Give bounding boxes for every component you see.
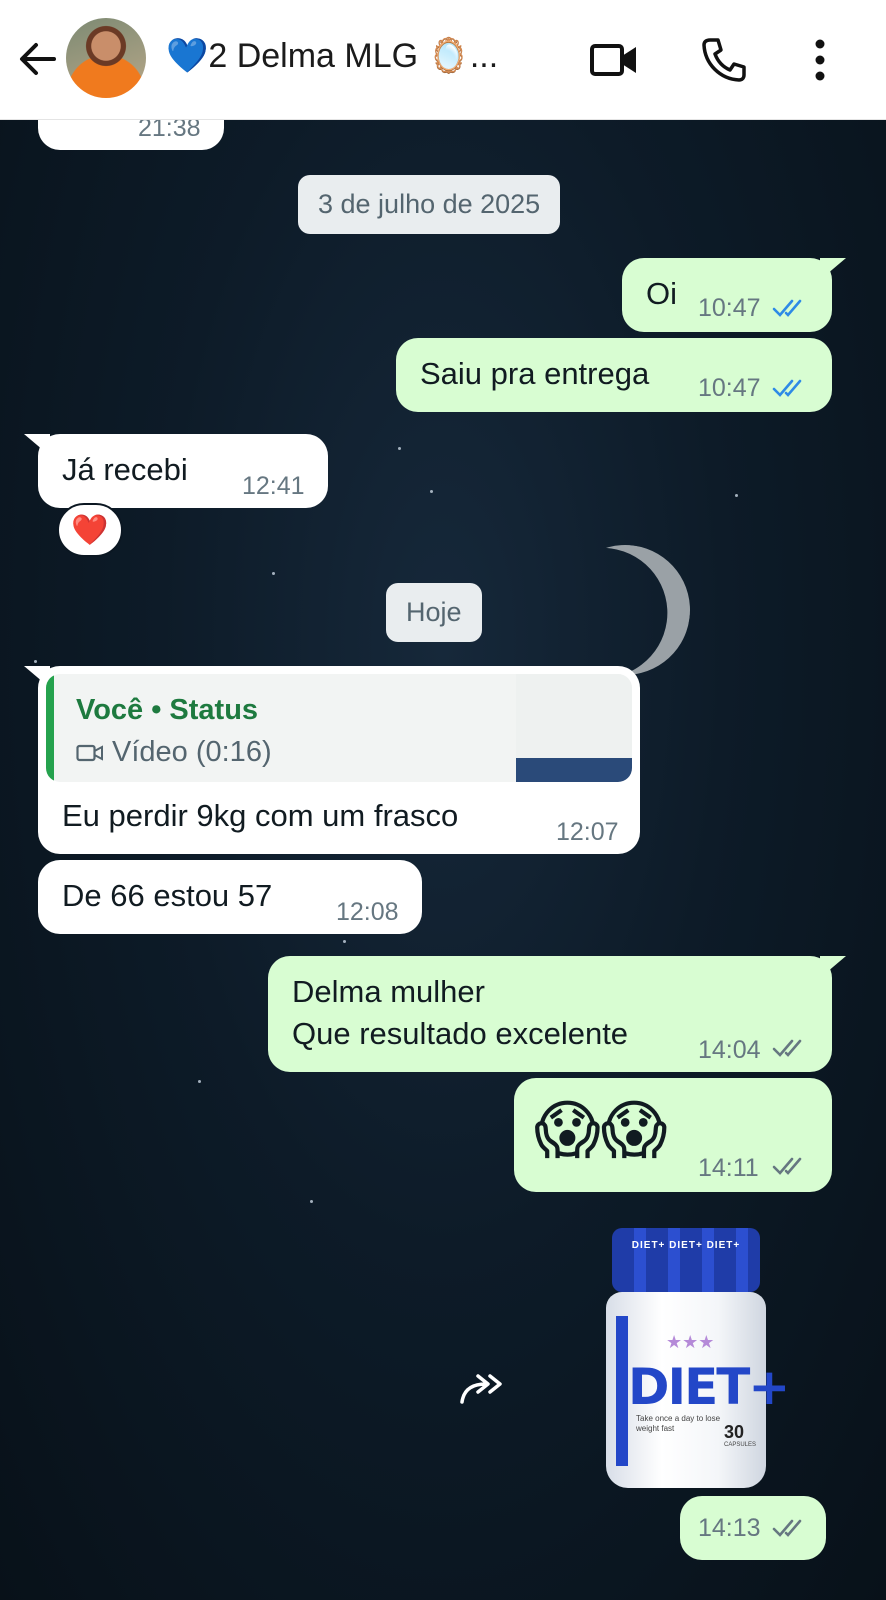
message-bubble-incoming[interactable]: De 66 estou 57 12:08	[38, 860, 422, 934]
read-ticks-icon	[772, 299, 802, 317]
message-time: 10:47	[698, 374, 761, 402]
chat-header: 💙2 Delma MLG 🪞...	[0, 0, 886, 120]
message-time: 10:47	[698, 294, 761, 322]
message-text: Eu perdir 9kg com um frasco	[62, 798, 459, 833]
delivered-ticks-icon	[772, 1157, 802, 1175]
message-text: Saiu pra entrega	[420, 356, 650, 391]
message-bubble-outgoing[interactable]: 😱😱 14:11	[514, 1078, 832, 1192]
message-time: 14:11	[698, 1154, 759, 1182]
quoted-status-reply[interactable]: Você • Status Vídeo (0:16)	[46, 674, 632, 782]
date-separator: 3 de julho de 2025	[298, 175, 561, 234]
message-text: De 66 estou 57	[62, 878, 273, 913]
message-time: 14:04	[698, 1036, 761, 1064]
image-time-badge: 14:13	[680, 1496, 826, 1560]
cap-text: DIET+ DIET+ DIET+	[631, 1240, 741, 1251]
message-bubble-outgoing[interactable]: Saiu pra entrega 10:47	[396, 338, 832, 412]
message-text-line-2: Que resultado excelente	[292, 1016, 629, 1051]
capsule-label: CAPSULES	[724, 1442, 757, 1448]
message-time: 12:08	[336, 898, 399, 926]
message-text: Já recebi	[62, 452, 188, 487]
moon-graphic	[552, 537, 699, 684]
message-time: 14:13	[698, 1514, 761, 1542]
quote-accent-bar	[46, 674, 54, 782]
forward-icon[interactable]	[450, 1356, 514, 1420]
quote-title: Você • Status	[76, 694, 259, 726]
chat-name: 2 Delma MLG	[208, 37, 419, 75]
date-separator: Hoje	[386, 583, 482, 642]
product-image[interactable]: DIET+ DIET+ DIET+ ★★★ DIET+ Take once a …	[606, 1222, 790, 1492]
delivered-ticks-icon	[772, 1519, 802, 1537]
message-time: 12:07	[556, 818, 619, 846]
back-arrow-icon[interactable]	[14, 36, 60, 82]
message-bubble-incoming[interactable]: Já recebi 12:41	[38, 434, 328, 508]
product-brand: DIET+	[628, 1358, 790, 1416]
message-bubble-outgoing[interactable]: Delma mulher Que resultado excelente 14:…	[268, 956, 832, 1072]
status-thumbnail	[516, 674, 632, 782]
message-text: Oi	[646, 276, 677, 311]
jar-body: ★★★ DIET+ Take once a day to lose weight…	[606, 1292, 790, 1488]
quote-subtitle-text: Vídeo (0:16)	[112, 736, 272, 768]
stars-graphic: ★★★	[666, 1332, 715, 1352]
heart-reaction[interactable]: ❤️	[57, 503, 123, 557]
product-tagline: Take once a day to lose weight fast	[636, 1414, 721, 1433]
message-bubble-outgoing[interactable]: Oi 10:47	[622, 258, 832, 332]
jar-cap: DIET+ DIET+ DIET+	[612, 1228, 760, 1292]
chat-name-suffix: 🪞...	[427, 37, 499, 75]
avatar[interactable]	[66, 18, 146, 98]
capsule-count: 30	[724, 1422, 745, 1442]
video-call-icon[interactable]	[588, 34, 640, 86]
phone-icon[interactable]	[698, 34, 750, 86]
message-emoji: 😱😱	[534, 1094, 668, 1166]
blue-heart-emoji: 💙	[166, 37, 209, 75]
message-text-line-1: Delma mulher	[292, 974, 485, 1009]
delivered-ticks-icon	[772, 1039, 802, 1057]
video-icon	[76, 744, 103, 761]
chat-title[interactable]: 💙2 Delma MLG 🪞...	[166, 36, 498, 76]
more-vert-icon[interactable]	[794, 34, 846, 86]
bubble-tail	[820, 258, 846, 280]
bubble-tail	[820, 956, 846, 978]
message-time: 12:41	[242, 472, 305, 500]
quote-subtitle: Vídeo (0:16)	[76, 736, 272, 769]
jar-side-band	[616, 1316, 628, 1466]
read-ticks-icon	[772, 379, 802, 397]
